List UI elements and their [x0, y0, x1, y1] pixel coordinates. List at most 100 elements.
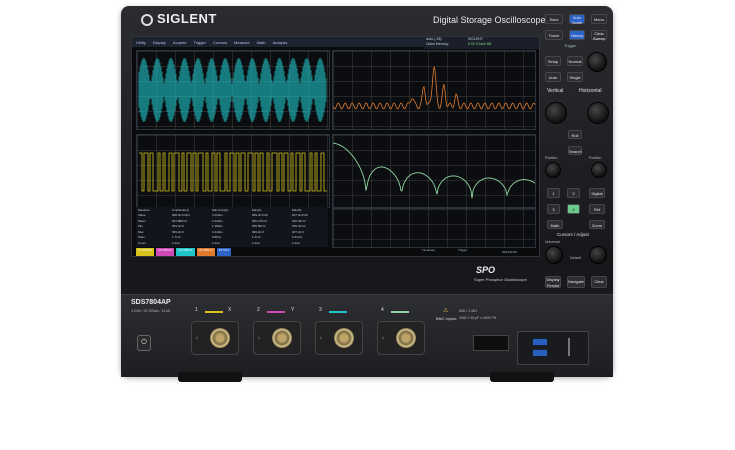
waveform-grid-c3[interactable]: [136, 50, 330, 130]
channel-tab-c1[interactable]: C1 200mV: [136, 248, 155, 256]
menu-measure[interactable]: Measure: [234, 40, 250, 45]
status-line-2: Claim Memory: [426, 42, 449, 46]
table-cell: 207.3mV/ch: [292, 213, 309, 217]
bnc-channel-2[interactable]: ⁞⁞: [253, 321, 301, 355]
zoom-button[interactable]: Zoom: [589, 220, 605, 229]
display-persist-button[interactable]: Display Persist: [545, 276, 561, 288]
ground-terminal-icon[interactable]: [568, 338, 570, 356]
channel-2-button[interactable]: 2: [567, 188, 580, 198]
auto-button[interactable]: Auto: [545, 72, 561, 82]
channel-1-label: 1: [195, 307, 198, 313]
x-label: X: [228, 307, 232, 313]
usb-port-icon[interactable]: [532, 338, 548, 346]
table-cell: Min: [138, 224, 143, 228]
menu-acquire[interactable]: Acquire: [173, 40, 187, 45]
menu-utility[interactable]: Utility: [136, 40, 146, 45]
ref-button[interactable]: Ref: [589, 204, 605, 214]
math-button[interactable]: Math: [547, 220, 563, 229]
left-foot: [178, 372, 242, 382]
universal-knob[interactable]: [545, 246, 563, 264]
channel-1-color-line: [205, 311, 223, 313]
table-cell: 1.7mV: [172, 235, 181, 239]
clear-button[interactable]: Clear: [591, 276, 607, 288]
table-row: Count 1.0e4 1.0e4 1.0e4 1.0e4: [138, 241, 328, 245]
channel-4-button[interactable]: 4: [567, 204, 580, 214]
model-name: SDS7804AP: [131, 299, 171, 306]
y-label: Y: [291, 307, 295, 313]
horizontal-position-knob[interactable]: [591, 162, 607, 178]
cursors-adjust-label: Cursors / Adjust: [557, 232, 589, 237]
save-button[interactable]: Save: [545, 14, 563, 24]
external-slot[interactable]: [473, 335, 509, 351]
product-title: Digital Storage Oscilloscope: [433, 15, 546, 25]
channel-3-button[interactable]: 3: [547, 204, 560, 214]
bnc-channel-1[interactable]: ⁞⁞: [191, 321, 239, 355]
table-cell: 995.55mV: [252, 224, 266, 228]
single-button[interactable]: Single: [567, 72, 583, 82]
channel-tab-c4[interactable]: C4 200mV: [196, 248, 215, 256]
trigger-level-knob[interactable]: [587, 52, 607, 72]
table-cell: 999.3mV/ch: [252, 213, 269, 217]
channel-tab-c3[interactable]: C3 200mV: [176, 248, 195, 256]
search-button[interactable]: Search: [568, 146, 582, 155]
table-cell: Count: [138, 240, 147, 245]
menu-analysis[interactable]: Analysis: [272, 40, 287, 45]
menu-trigger[interactable]: Trigger: [193, 40, 206, 45]
vertical-position-knob[interactable]: [545, 162, 561, 178]
bnc-channel-3[interactable]: ⁞⁞: [315, 321, 363, 355]
bnc-voltage-spec: 1MΩ // 15 pF ≤ 400V Pk: [459, 316, 497, 320]
fft-grid[interactable]: [332, 50, 536, 130]
channel-tab-z1[interactable]: Z1 5mV: [216, 248, 232, 256]
table-cell: 3.420ns: [212, 229, 223, 234]
menu-math[interactable]: Math: [257, 40, 266, 45]
table-cell: Max: [138, 229, 144, 234]
channel-3-color-line: [329, 311, 347, 313]
usb-port-icon[interactable]: [532, 349, 548, 357]
display-screen[interactable]: Utility Display Acquire Trigger Cursors …: [131, 36, 540, 257]
channel-2-label: 2: [257, 307, 260, 313]
table-cell: 1.0e4: [212, 240, 220, 245]
horizontal-scale-knob[interactable]: [587, 102, 609, 124]
power-button[interactable]: ⏻: [137, 335, 151, 351]
digital-button[interactable]: Digital: [589, 188, 605, 198]
spo-logo: SPO: [476, 265, 496, 275]
push-default-label: Default: [570, 256, 582, 260]
table-cell: Sdev: [138, 235, 145, 239]
setup-button[interactable]: Setup: [545, 56, 561, 66]
table-cell: 1.0e4: [292, 240, 300, 245]
table-cell: 1.4mV: [252, 235, 261, 239]
waveform-grid-c1[interactable]: [136, 134, 330, 208]
front-input-panel: SDS7804AP 4 GHz / 20 GSa/s / 12-bit ⏻ 1 …: [121, 294, 613, 377]
menu-cursors[interactable]: Cursors: [213, 40, 227, 45]
menu-display[interactable]: Display: [153, 40, 166, 45]
cursor-adjust-knob[interactable]: [589, 246, 607, 264]
spo-subtitle: Super Phosphor Oscilloscope: [474, 277, 527, 282]
spectrum-grid-c4[interactable]: [332, 134, 536, 208]
bnc-connector-icon: [210, 328, 230, 348]
clear-sweep-button[interactable]: Clear Sweep: [591, 30, 607, 41]
table-cell: 993.3mV: [172, 224, 185, 228]
universal-label: Universal: [545, 240, 560, 244]
touch-button[interactable]: Touch: [545, 30, 563, 40]
roll-button[interactable]: Roll: [568, 130, 582, 139]
trigger-label[interactable]: Trigger: [458, 248, 467, 252]
normal-button[interactable]: Normal: [567, 56, 583, 66]
history-button[interactable]: History: [569, 30, 585, 40]
channel-tab-c2[interactable]: C2 200mV: [156, 248, 175, 256]
vertical-scale-knob[interactable]: [545, 102, 567, 124]
table-cell: 1.0e4: [172, 240, 180, 245]
bnc-channel-4[interactable]: ⁞⁞: [377, 321, 425, 355]
menu-button[interactable]: Menu: [591, 14, 607, 24]
navigate-button[interactable]: Navigate: [567, 276, 585, 288]
channel-1-button[interactable]: 1: [547, 188, 560, 198]
timebase-label[interactable]: Timebase: [422, 248, 435, 252]
horizontal-label: Horizontal: [579, 88, 602, 94]
brand-name: SIGLENT: [157, 11, 217, 26]
fft-spectrum: [333, 66, 535, 110]
table-row: Min 993.3mV 1.180ns 995.55mV 205.32mV: [138, 224, 328, 228]
autoscale-button[interactable]: Auto Scale: [569, 14, 585, 25]
c4-sinc-spectrum: [333, 142, 535, 199]
channel-2-color-line: [267, 311, 285, 313]
table-cell: 3.420ns: [212, 213, 223, 217]
bnc-connector-icon: [334, 328, 354, 348]
